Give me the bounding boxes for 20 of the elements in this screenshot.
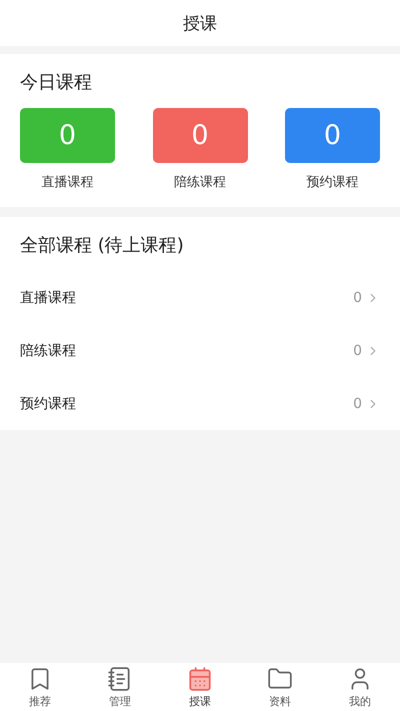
page-title: 授课 bbox=[183, 12, 217, 34]
tile-label: 直播课程 bbox=[42, 174, 94, 191]
tab-item[interactable]: 资料 bbox=[240, 663, 320, 711]
folder-icon bbox=[267, 666, 293, 692]
course-row-label[interactable]: 陪练课程 bbox=[20, 342, 76, 360]
section-title: 今日课程 bbox=[20, 71, 93, 95]
tile-label: 陪练课程 bbox=[174, 174, 226, 191]
course-row-label[interactable]: 预约课程 bbox=[20, 394, 76, 412]
tab-item[interactable]: 推荐 bbox=[0, 663, 80, 711]
section-title: 全部课程 (待上课程) bbox=[20, 234, 185, 258]
course-count: 0 bbox=[353, 342, 362, 358]
tab-item[interactable]: 我的 bbox=[320, 663, 400, 711]
tab-item[interactable]: 授课 bbox=[160, 663, 240, 711]
tile-label: 预约课程 bbox=[306, 174, 358, 191]
calendar-icon bbox=[187, 666, 213, 692]
count-tile[interactable]: 0 bbox=[285, 108, 380, 163]
tab-item[interactable]: 管理 bbox=[80, 663, 160, 711]
course-count: 0 bbox=[353, 396, 362, 412]
course-count: 0 bbox=[353, 290, 362, 306]
course-row-label[interactable]: 直播课程 bbox=[20, 288, 76, 306]
